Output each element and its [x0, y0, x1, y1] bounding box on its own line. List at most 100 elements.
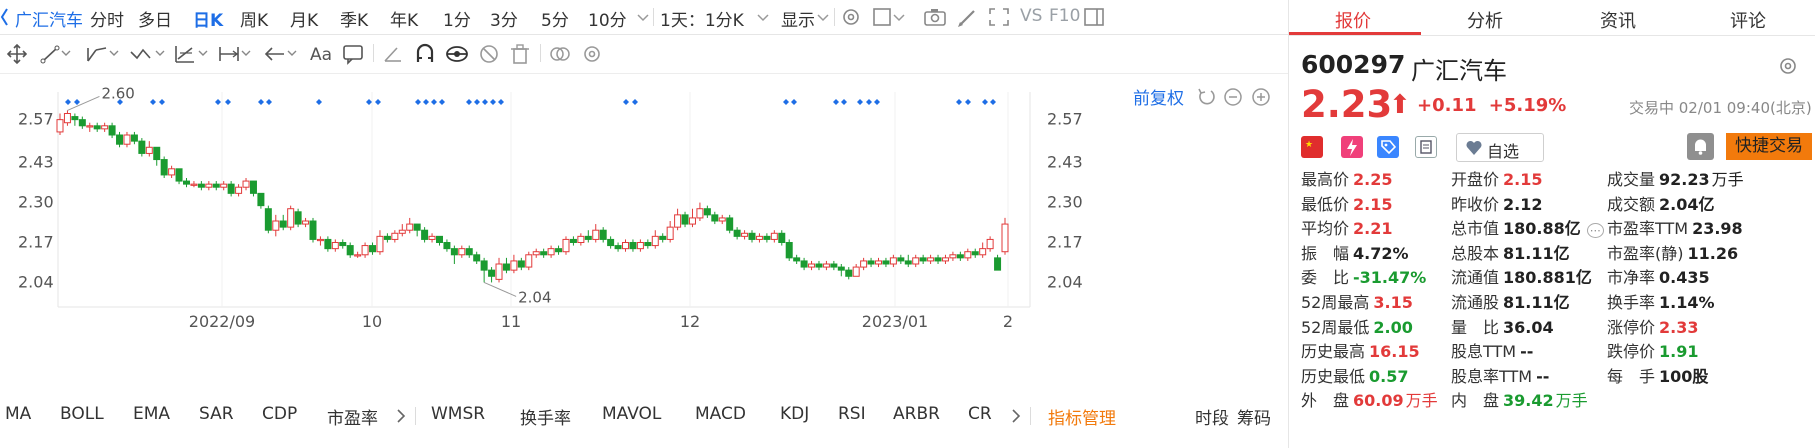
- camera-icon[interactable]: [922, 5, 948, 29]
- zoom-in-icon[interactable]: [1250, 86, 1272, 108]
- fullscreen-icon[interactable]: [986, 5, 1012, 29]
- reset-icon[interactable]: [1195, 86, 1217, 108]
- settings-gear-icon[interactable]: [838, 5, 864, 29]
- display-menu-button[interactable]: 显示: [781, 6, 815, 31]
- indicator-rsi[interactable]: RSI: [838, 404, 866, 424]
- indicator-manage-button[interactable]: 指标管理: [1048, 404, 1116, 429]
- line-tool-chevron-icon[interactable]: [60, 48, 72, 60]
- tab-analysis[interactable]: 分析: [1467, 7, 1503, 33]
- indicator-mavol[interactable]: MAVOL: [602, 404, 661, 424]
- lock-drawing-icon[interactable]: [444, 42, 470, 66]
- quote-row: 涨停价 2.33: [1607, 314, 1699, 338]
- kline-chart-svg[interactable]: 2022/09 10 11 12 2023/01 2 2.57 2.57 2.43 2.43 2.3…: [0, 74, 1288, 386]
- period-tab-weekly[interactable]: 周K: [240, 6, 268, 31]
- add-watchlist-button[interactable]: 自选: [1456, 133, 1544, 162]
- period-tab-quarterly[interactable]: 季K: [340, 6, 368, 31]
- quick-trade-button[interactable]: 快捷交易: [1726, 133, 1812, 160]
- timeshare-tab[interactable]: 时段: [1195, 404, 1229, 429]
- layout-chevron-down-icon[interactable]: [892, 11, 906, 25]
- quote-label: 成交量: [1607, 170, 1656, 189]
- candle-down: [153, 146, 161, 161]
- range-tool-chevron-icon[interactable]: [240, 48, 252, 60]
- f10-button[interactable]: F10: [1049, 6, 1080, 26]
- indicator-more-right-icon[interactable]: [1010, 408, 1022, 424]
- stock-name: 广汇汽车: [1411, 57, 1507, 85]
- zoom-out-icon[interactable]: [1222, 86, 1244, 108]
- indicator-pe[interactable]: 市盈率: [327, 404, 378, 429]
- display-chevron-down-icon[interactable]: [816, 11, 830, 25]
- arrow-tool-chevron-icon[interactable]: [286, 48, 298, 60]
- range-tool-icon[interactable]: [216, 42, 242, 66]
- indicator-boll[interactable]: BOLL: [60, 404, 104, 424]
- overlay-icon[interactable]: [547, 42, 573, 66]
- chips-tab[interactable]: 筹码: [1237, 404, 1271, 429]
- period-tab-1min[interactable]: 1分: [443, 6, 471, 31]
- panel-settings-gear-icon[interactable]: [1777, 55, 1799, 77]
- angle-tool-icon[interactable]: [381, 42, 407, 66]
- period-tab-3min[interactable]: 3分: [490, 6, 518, 31]
- wave-tool-chevron-icon[interactable]: [154, 48, 166, 60]
- candle-up: [666, 226, 674, 240]
- candle-down: [160, 159, 168, 176]
- text-tool-button[interactable]: Aa: [310, 45, 332, 65]
- indicator-sar[interactable]: SAR: [199, 404, 234, 424]
- notes-icon[interactable]: [1415, 136, 1437, 158]
- period-tab-fenshi[interactable]: 分时: [90, 6, 124, 31]
- price-adjust-toggle[interactable]: 前复权: [1133, 84, 1184, 109]
- wave-tool-icon[interactable]: [128, 42, 154, 66]
- candle-down: [733, 229, 741, 237]
- channel-tool-icon[interactable]: [84, 42, 110, 66]
- candle-down: [116, 134, 124, 145]
- tab-comments[interactable]: 评论: [1730, 7, 1766, 33]
- tab-quote[interactable]: 报价: [1335, 7, 1371, 33]
- alert-bell-button[interactable]: [1687, 133, 1714, 160]
- indicator-ma[interactable]: MA: [5, 404, 31, 424]
- period-tab-daily[interactable]: 日K: [193, 6, 223, 31]
- app-window: 广汇汽车 分时 多日 日K 周K 月K 季K 年K 1分 3分 5分 10分 1…: [0, 0, 1815, 448]
- stock-name-link[interactable]: 广汇汽车: [15, 6, 83, 31]
- indicator-kdj[interactable]: KDJ: [780, 404, 809, 424]
- x-tick-label: 12: [680, 312, 700, 331]
- comment-tool-icon[interactable]: [340, 42, 366, 66]
- period-tab-multiday[interactable]: 多日: [138, 6, 172, 31]
- indicator-scroll-right-icon[interactable]: [395, 408, 407, 424]
- candle-down: [264, 208, 272, 231]
- indicator-cdp[interactable]: CDP: [262, 404, 297, 424]
- fibonacci-tool-icon[interactable]: [172, 42, 198, 66]
- kline-chart-area[interactable]: 2022/09 10 11 12 2023/01 2 2.57 2.57 2.43 2.43 2.3…: [0, 74, 1288, 386]
- indicator-wmsr[interactable]: WMSR: [431, 404, 485, 424]
- move-crosshair-icon[interactable]: [4, 42, 30, 66]
- compare-button[interactable]: VS: [1020, 6, 1042, 26]
- period-tab-10min[interactable]: 10分: [588, 6, 627, 31]
- quote-row: 股息TTM --: [1451, 338, 1533, 362]
- magnet-icon[interactable]: [412, 42, 438, 66]
- indicator-macd[interactable]: MACD: [695, 404, 746, 424]
- pencil-icon[interactable]: [955, 5, 981, 29]
- period-tab-yearly[interactable]: 年K: [390, 6, 418, 31]
- candle-up: [56, 119, 64, 133]
- event-marker-icon: [266, 99, 272, 105]
- fibonacci-tool-chevron-icon[interactable]: [197, 48, 209, 60]
- chevron-down-icon[interactable]: [636, 11, 650, 25]
- indicator-turnover[interactable]: 换手率: [520, 404, 571, 429]
- hide-drawing-icon[interactable]: [476, 42, 502, 66]
- low-annotation-label: 2.04: [518, 288, 551, 306]
- tab-news[interactable]: 资讯: [1600, 7, 1636, 33]
- more-info-icon[interactable]: ⋯: [1586, 223, 1604, 239]
- indicator-arbr[interactable]: ARBR: [893, 404, 940, 424]
- draw-settings-gear-icon[interactable]: [579, 42, 605, 66]
- period-tab-5min[interactable]: 5分: [541, 6, 569, 31]
- candle-up: [755, 235, 763, 240]
- indicator-cr[interactable]: CR: [968, 404, 992, 424]
- candle-down: [138, 140, 146, 154]
- quote-value: 16.15: [1369, 342, 1420, 362]
- channel-tool-chevron-icon[interactable]: [108, 48, 120, 60]
- indicator-ema[interactable]: EMA: [133, 404, 170, 424]
- back-arrow-icon[interactable]: [0, 6, 9, 28]
- period-tab-monthly[interactable]: 月K: [290, 6, 318, 31]
- sidebar-toggle-icon[interactable]: [1081, 5, 1107, 29]
- interval-chevron-down-icon[interactable]: [756, 11, 770, 25]
- arrow-tool-icon[interactable]: [262, 42, 288, 66]
- interval-select[interactable]: 1天：1分K: [660, 6, 744, 31]
- trash-icon[interactable]: [507, 42, 533, 66]
